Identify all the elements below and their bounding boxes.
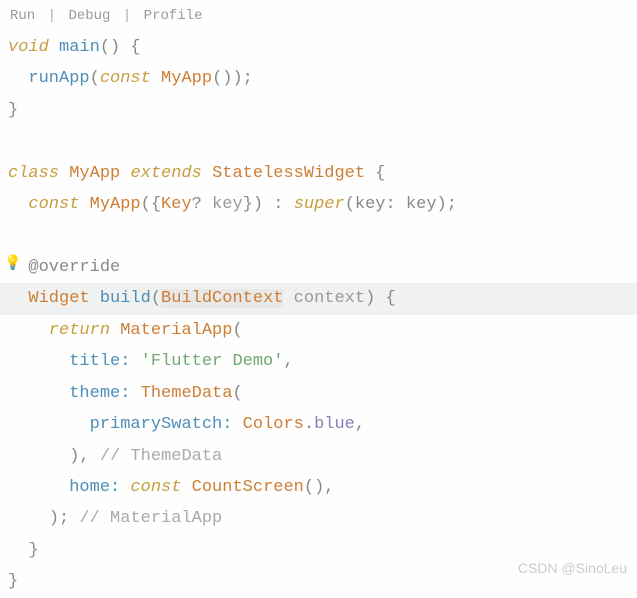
- function-call: runApp: [28, 69, 89, 88]
- comma: ,: [355, 415, 365, 434]
- punctuation: (: [232, 384, 242, 403]
- codelens-profile[interactable]: Profile: [142, 8, 205, 24]
- punctuation: ());: [212, 69, 253, 88]
- param-context: context: [283, 289, 365, 308]
- class-ref: MyApp: [161, 69, 212, 88]
- class-themedata: ThemeData: [141, 384, 233, 403]
- dot: .: [304, 415, 314, 434]
- codelens-bar: Run | Debug | Profile: [0, 4, 637, 30]
- close-paren: );: [49, 509, 69, 528]
- brace: }: [8, 101, 18, 120]
- watermark: CSDN @SinoLeu: [518, 556, 627, 582]
- type-buildcontext: BuildContext: [161, 289, 283, 308]
- lightbulb-icon[interactable]: 💡: [4, 252, 21, 278]
- keyword-extends: extends: [130, 164, 201, 183]
- brace: }: [28, 541, 38, 560]
- code-line[interactable]: title: 'Flutter Demo',: [0, 346, 637, 377]
- codelens-run[interactable]: Run: [8, 8, 37, 24]
- property-primaryswatch: primarySwatch:: [90, 415, 233, 434]
- punctuation: (: [90, 69, 100, 88]
- keyword-class: class: [8, 164, 59, 183]
- code-line-highlighted[interactable]: Widget build(BuildContext context) {: [0, 283, 637, 314]
- brace: }: [8, 572, 18, 591]
- code-line[interactable]: const MyApp({Key? key}) : super(key: key…: [0, 189, 637, 220]
- keyword-const: const: [28, 195, 79, 214]
- color-blue: blue: [314, 415, 355, 434]
- punctuation: (key: key);: [345, 195, 457, 214]
- keyword-super: super: [294, 195, 345, 214]
- code-line-empty[interactable]: [0, 221, 637, 252]
- code-line[interactable]: 💡 @override: [0, 252, 637, 283]
- codelens-separator: |: [121, 8, 133, 24]
- keyword-const: const: [100, 69, 151, 88]
- closing-hint: // MaterialApp: [69, 509, 222, 528]
- punctuation: (: [151, 289, 161, 308]
- codelens-debug[interactable]: Debug: [66, 8, 112, 24]
- code-line-empty[interactable]: [0, 126, 637, 157]
- constructor: MyApp: [90, 195, 141, 214]
- function-main: main: [59, 38, 100, 57]
- close-paren: ),: [69, 447, 89, 466]
- punctuation: (),: [304, 478, 335, 497]
- code-line[interactable]: void main() {: [0, 32, 637, 63]
- property-theme: theme:: [69, 384, 130, 403]
- method-build: build: [100, 289, 151, 308]
- keyword-void: void: [8, 38, 49, 57]
- code-line[interactable]: return MaterialApp(: [0, 315, 637, 346]
- type-key: Key: [161, 195, 192, 214]
- annotation-override: @override: [28, 258, 120, 277]
- punctuation: () {: [100, 38, 141, 57]
- parent-class: StatelessWidget: [212, 164, 365, 183]
- code-line[interactable]: primarySwatch: Colors.blue,: [0, 409, 637, 440]
- code-line[interactable]: runApp(const MyApp());: [0, 63, 637, 94]
- codelens-separator: |: [46, 8, 58, 24]
- param-name: key: [202, 195, 243, 214]
- class-materialapp: MaterialApp: [120, 321, 232, 340]
- comma: ,: [283, 352, 293, 371]
- code-line[interactable]: theme: ThemeData(: [0, 378, 637, 409]
- code-line[interactable]: class MyApp extends StatelessWidget {: [0, 158, 637, 189]
- keyword-const: const: [130, 478, 181, 497]
- punctuation: }) :: [243, 195, 294, 214]
- return-type: Widget: [28, 289, 89, 308]
- class-colors: Colors: [243, 415, 304, 434]
- closing-hint: // ThemeData: [90, 447, 223, 466]
- property-home: home:: [69, 478, 120, 497]
- string-literal: 'Flutter Demo': [141, 352, 284, 371]
- brace: {: [365, 164, 385, 183]
- class-countscreen: CountScreen: [192, 478, 304, 497]
- class-declaration: MyApp: [69, 164, 120, 183]
- code-line[interactable]: home: const CountScreen(),: [0, 472, 637, 503]
- keyword-return: return: [49, 321, 110, 340]
- punctuation: (: [232, 321, 242, 340]
- nullable: ?: [192, 195, 202, 214]
- code-line[interactable]: ), // ThemeData: [0, 441, 637, 472]
- punctuation: ({: [141, 195, 161, 214]
- code-line[interactable]: }: [0, 95, 637, 126]
- property-title: title:: [69, 352, 130, 371]
- code-line[interactable]: ); // MaterialApp: [0, 503, 637, 534]
- punctuation: ) {: [365, 289, 396, 308]
